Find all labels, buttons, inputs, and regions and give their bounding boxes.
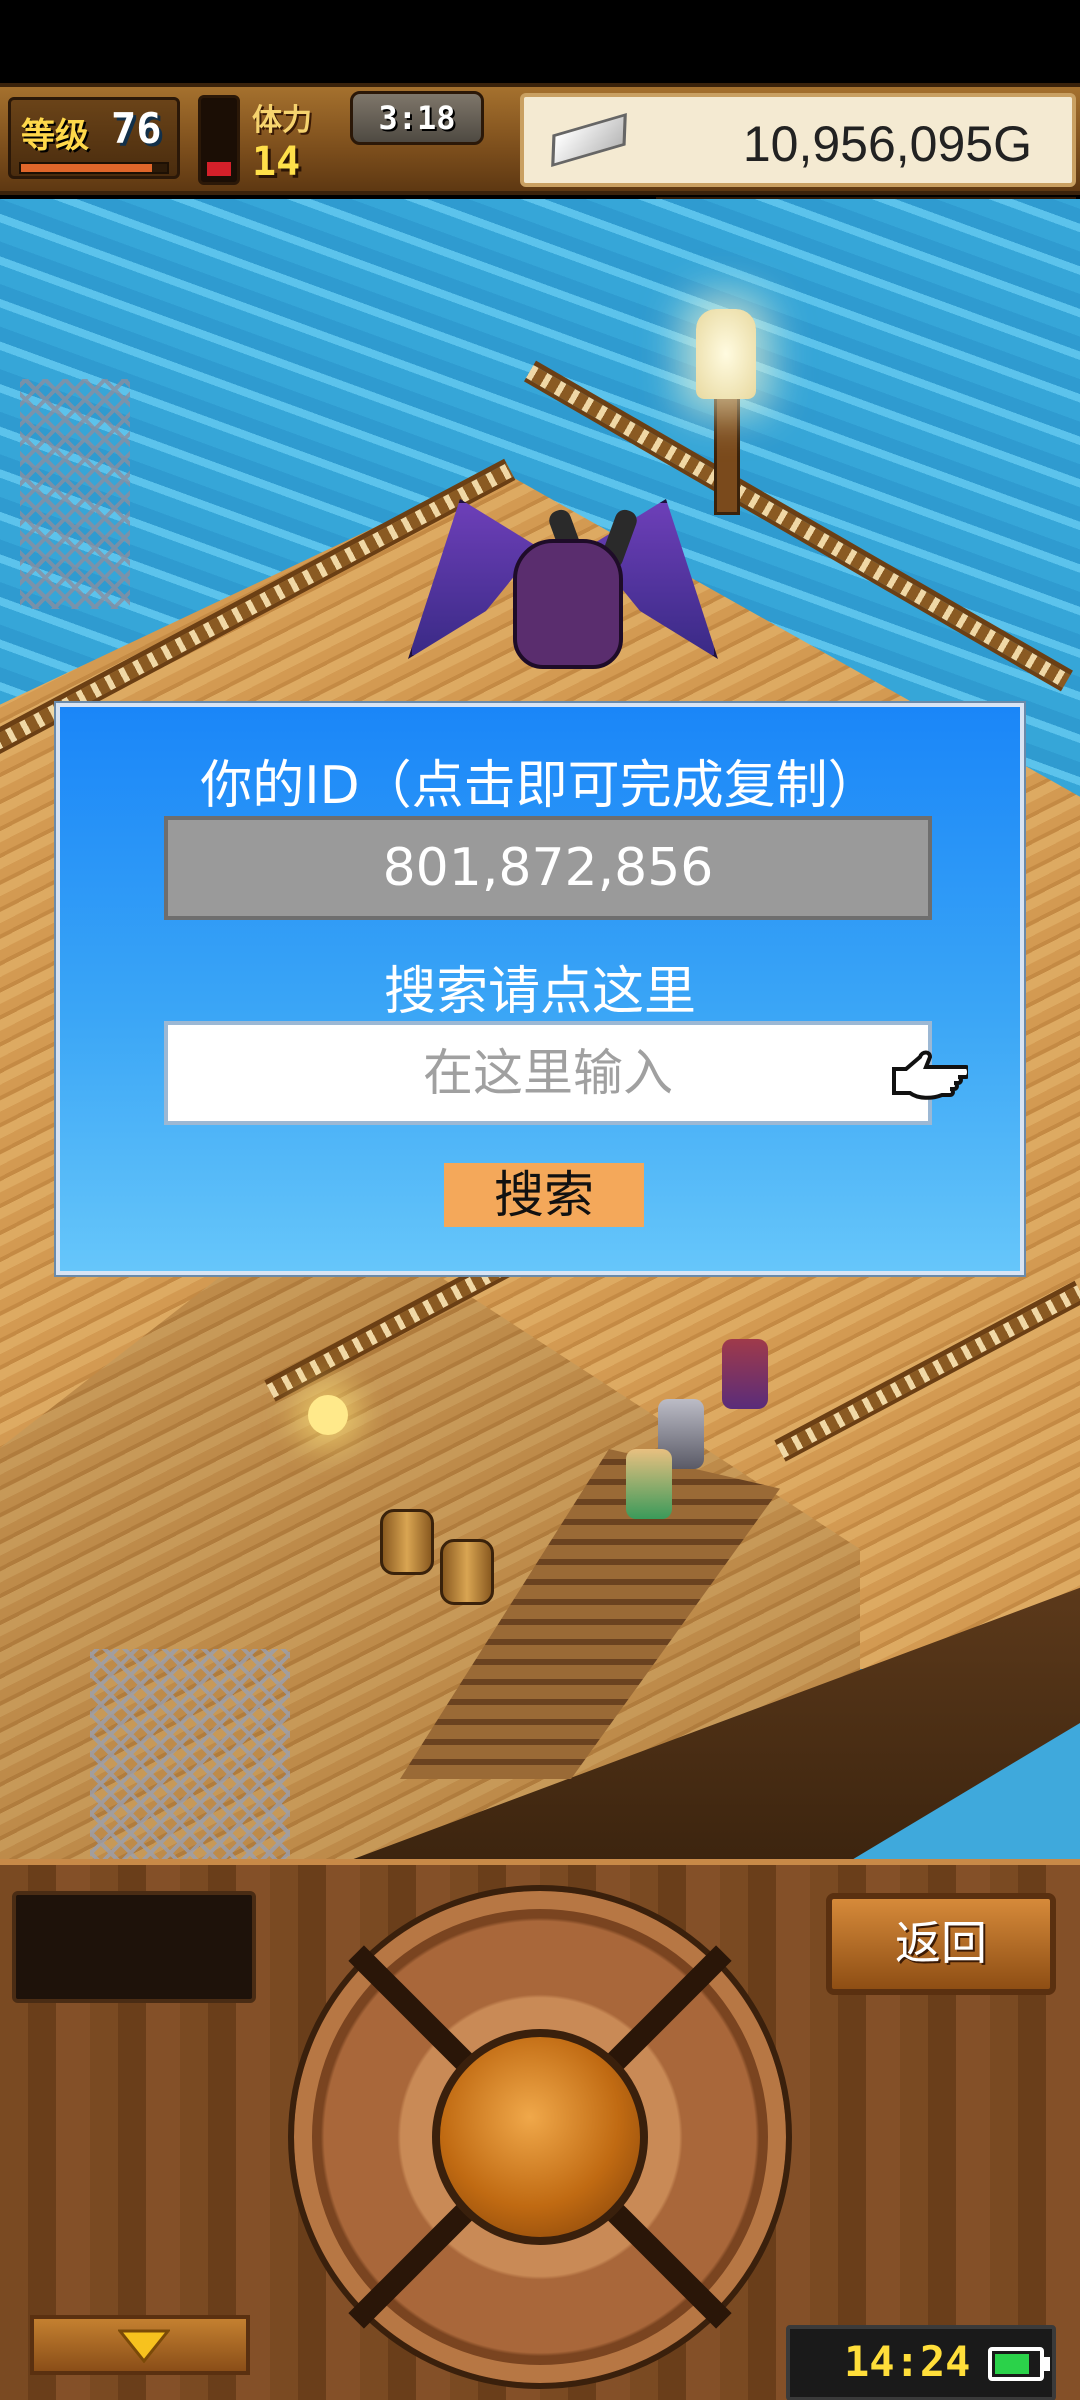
level-label: 等级: [21, 116, 89, 156]
controller-panel: 返回 14:24: [0, 1859, 1080, 2400]
stamina-gauge: [198, 95, 240, 185]
dialog-title: 你的ID（点击即可完成复制）: [200, 756, 880, 816]
battery-icon: [988, 2347, 1044, 2381]
game-screen: 等级 76 体力 14 3:18 10,956,095G 765 616: [0, 0, 1080, 2400]
dpad-center-button[interactable]: [432, 2029, 648, 2245]
clock-time: 14:24: [844, 2337, 971, 2386]
silver-bar-icon: [551, 113, 627, 167]
hanging-lantern: [308, 1395, 348, 1435]
stamina-timer: 3:18: [350, 91, 484, 145]
gold-amount: 10,956,095G: [742, 116, 1032, 172]
battery-level: [995, 2354, 1029, 2374]
xp-bar-fill: [21, 164, 153, 172]
rigging-net: [20, 379, 130, 609]
search-button[interactable]: 搜索: [444, 1163, 644, 1227]
player-id-copy-box[interactable]: 801,872,856: [164, 816, 932, 920]
dpad-right[interactable]: [636, 2081, 756, 2201]
party-member[interactable]: [722, 1339, 768, 1409]
dpad-left[interactable]: [324, 2081, 444, 2201]
xp-bar: [19, 162, 169, 174]
device-clock: 14:24: [786, 2325, 1056, 2400]
gold-panel: 10,956,095G: [520, 93, 1076, 187]
stamina-gauge-fill: [207, 161, 231, 176]
search-input[interactable]: [164, 1021, 932, 1125]
level-value: 76: [111, 104, 162, 153]
stamina-value: 14: [252, 139, 301, 185]
friend-search-dialog: 你的ID（点击即可完成复制） 801,872,856 搜索请点这里 搜索: [56, 703, 1024, 1275]
party-member[interactable]: [626, 1449, 672, 1519]
search-hint-label: 搜索请点这里: [383, 962, 696, 1022]
barrel: [440, 1539, 494, 1605]
dragon-demon-boss[interactable]: [408, 479, 718, 679]
level-panel: 等级 76: [8, 97, 180, 179]
stamina-panel: 体力 14: [252, 95, 342, 185]
demon-body: [513, 539, 623, 669]
deck-lamp: [696, 309, 756, 399]
barrel: [380, 1509, 434, 1575]
stamina-label: 体力: [252, 103, 312, 138]
item-slot: [12, 1891, 256, 2003]
dpad[interactable]: [288, 1885, 792, 2389]
menu-toggle-button[interactable]: [30, 2315, 250, 2375]
triangle-down-icon: [118, 2329, 170, 2363]
rigging-net: [90, 1649, 290, 1859]
back-button[interactable]: 返回: [826, 1893, 1056, 1995]
battery-nub: [1044, 2357, 1050, 2371]
pointing-hand-icon: [892, 1050, 968, 1100]
top-hud: 等级 76 体力 14 3:18 10,956,095G: [0, 83, 1080, 195]
